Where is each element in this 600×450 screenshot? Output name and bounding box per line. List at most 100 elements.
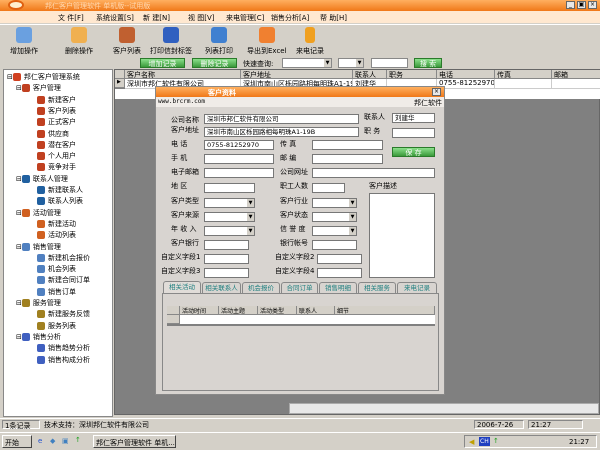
ime-icon[interactable]: CH	[479, 437, 490, 446]
collapse-icon[interactable]: ⊟	[16, 333, 22, 341]
dialog-close-button[interactable]: ×	[432, 88, 441, 96]
field-c1[interactable]	[204, 254, 249, 264]
collapse-icon[interactable]: ⊟	[16, 243, 22, 251]
tree-item[interactable]: 潜在客户	[37, 140, 76, 150]
minimize-button[interactable]: _	[566, 1, 575, 9]
column-header[interactable]: 电话	[437, 70, 495, 79]
collapse-icon[interactable]: ⊟	[16, 209, 22, 217]
field-phone[interactable]: 0755-81252970	[204, 140, 274, 150]
field-employees[interactable]	[312, 183, 345, 193]
menu-view[interactable]: 视 图[V]	[188, 13, 214, 23]
search-button[interactable]: 搜 索	[414, 58, 442, 68]
tree-item[interactable]: 联系人列表	[37, 196, 83, 206]
collapse-icon[interactable]: ⊟	[16, 175, 22, 183]
ie-icon[interactable]: e	[38, 437, 42, 445]
tree-item[interactable]: 供应商	[37, 129, 69, 139]
horizontal-scrollbar[interactable]	[289, 403, 599, 414]
field-c3[interactable]	[204, 268, 249, 278]
field-bank[interactable]	[204, 240, 249, 250]
tree-item[interactable]: 新建机会报价	[37, 253, 90, 263]
field-zip[interactable]	[312, 154, 383, 164]
tree-item[interactable]: 机会列表	[37, 264, 76, 274]
column-header[interactable]: 职务	[387, 70, 437, 79]
call-log-button[interactable]: 来电记录	[296, 27, 324, 56]
sub-column-header[interactable]: 联系人	[297, 306, 335, 315]
field-account[interactable]	[312, 240, 357, 250]
taskbar-app-button[interactable]: 邦仁客户管理软件 单机...	[93, 435, 176, 448]
column-header[interactable]: 邮箱	[552, 70, 600, 79]
arrow-up-icon[interactable]: ↑	[493, 437, 499, 445]
grid-cell[interactable]	[495, 79, 552, 89]
tree-group[interactable]: ⊟ 活动管理	[16, 208, 61, 218]
search-field-select[interactable]: ▼	[282, 58, 332, 68]
collapse-icon[interactable]: ⊟	[7, 73, 13, 81]
tree-item[interactable]: 销售构成分析	[37, 355, 90, 365]
field-credit[interactable]: ▼	[312, 226, 357, 236]
add-button[interactable]: 增加操作	[10, 27, 38, 56]
field-email[interactable]	[204, 168, 274, 178]
tree-item[interactable]: 正式客户	[37, 117, 76, 127]
field-contact[interactable]: 刘建华	[392, 113, 435, 123]
tree-group[interactable]: ⊟ 销售管理	[16, 242, 61, 252]
field-position[interactable]	[392, 128, 435, 138]
column-header[interactable]: 传真	[495, 70, 552, 79]
arrow-up-icon[interactable]: ↑	[75, 436, 81, 444]
close-button[interactable]: ×	[588, 1, 597, 9]
menu-help[interactable]: 帮 助[H]	[320, 13, 347, 23]
tree-item[interactable]: 客户列表	[37, 106, 76, 116]
tab-4[interactable]: 销售明细	[319, 282, 357, 293]
tree-item[interactable]: 销售订单	[37, 287, 76, 297]
field-source[interactable]: ▼	[204, 212, 255, 222]
collapse-icon[interactable]: ⊟	[16, 299, 22, 307]
field-region[interactable]	[204, 183, 255, 193]
sub-column-header[interactable]: 活动主题	[219, 306, 258, 315]
tree-item[interactable]: 新建服务反馈	[37, 309, 90, 319]
tree-group[interactable]: ⊟ 服务管理	[16, 298, 61, 308]
list-print-button[interactable]: 列表打印	[205, 27, 233, 56]
sub-column-header[interactable]: 活动类型	[258, 306, 297, 315]
tab-2[interactable]: 机会报价	[242, 282, 280, 293]
column-header[interactable]: 客户名称	[125, 70, 241, 79]
tab-3[interactable]: 合同订单	[281, 282, 318, 293]
tree-item[interactable]: 新建联系人	[37, 185, 83, 195]
tree-item[interactable]: 活动列表	[37, 230, 76, 240]
desktop-icon[interactable]: ▣	[62, 437, 69, 445]
field-c4[interactable]	[317, 268, 362, 278]
field-mobile[interactable]	[204, 154, 274, 164]
sub-column-header[interactable]: 细节	[335, 306, 435, 315]
tree-item[interactable]: 新建客户	[37, 95, 76, 105]
delete-button[interactable]: 删除操作	[65, 27, 93, 56]
field-fax[interactable]	[312, 140, 383, 150]
field-company[interactable]: 深圳市邦仁软件有限公司	[204, 114, 359, 124]
add-record-button[interactable]: 增加记录	[140, 58, 185, 68]
tree-item[interactable]: 新建活动	[37, 219, 76, 229]
field-income[interactable]: ▼	[204, 226, 255, 236]
tree-item[interactable]: 个人用户	[37, 151, 76, 161]
volume-icon[interactable]: ◀	[469, 438, 474, 446]
column-header[interactable]: 联系人	[353, 70, 387, 79]
grid-cell[interactable]: 0755-81252970	[437, 79, 495, 89]
menu-file[interactable]: 文 件[F]	[58, 13, 84, 23]
menu-new[interactable]: 新 建[N]	[143, 13, 170, 23]
tree-item[interactable]: 竞争对手	[37, 162, 76, 172]
column-header[interactable]: 客户地址	[241, 70, 353, 79]
field-industry[interactable]: ▼	[312, 198, 357, 208]
tree-group[interactable]: ⊟ 客户管理	[16, 83, 61, 93]
tree-item[interactable]: 新建合同订单	[37, 275, 90, 285]
quicklaunch-icon[interactable]: ◆	[50, 437, 55, 445]
export-excel-button[interactable]: 导出到Excel	[247, 27, 287, 56]
save-button[interactable]: 保 存	[392, 147, 435, 157]
collapse-icon[interactable]: ⊟	[16, 84, 22, 92]
grid-cell[interactable]	[552, 79, 600, 89]
tree-item[interactable]: 销售趋势分析	[37, 343, 90, 353]
delete-record-button[interactable]: 删除记录	[192, 58, 237, 68]
menu-sales-analysis[interactable]: 销售分析[A]	[271, 13, 309, 23]
field-address[interactable]: 深圳市南山区栎园路相每明珠A1-19B	[204, 127, 359, 137]
tree-group[interactable]: ⊟ 联系人管理	[16, 174, 68, 184]
tab-0[interactable]: 相关活动	[163, 281, 201, 293]
start-button[interactable]: 开始	[2, 435, 32, 448]
sub-column-header[interactable]: 活动时间	[180, 306, 219, 315]
print-envelope-button[interactable]: 打印信封标签	[150, 27, 192, 56]
maximize-button[interactable]: ▣	[577, 1, 586, 9]
customer-list-button[interactable]: 客户列表	[113, 27, 141, 56]
